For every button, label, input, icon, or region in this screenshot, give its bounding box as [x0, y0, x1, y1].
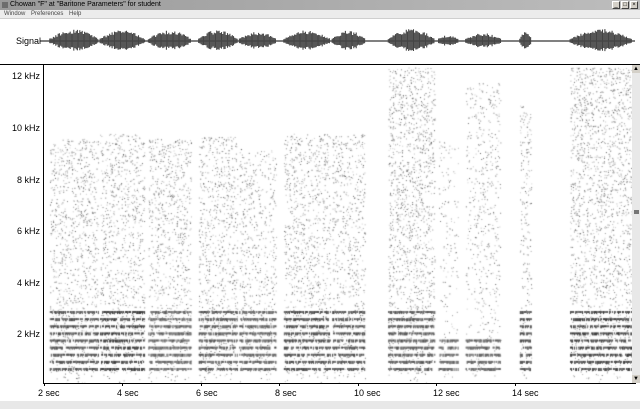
x-label-12sec: 12 sec — [433, 388, 460, 398]
signal-burst-6 — [331, 30, 366, 50]
y-label-8khz: 8 kHz — [16, 175, 40, 185]
x-label-6sec: 6 sec — [196, 388, 218, 398]
signal-burst-5 — [283, 30, 330, 50]
vertical-scrollbar[interactable] — [632, 65, 640, 383]
signal-burst-8 — [438, 35, 459, 46]
signal-burst-2 — [147, 30, 191, 50]
app-icon — [2, 2, 8, 8]
y-label-10khz: 10 kHz — [11, 123, 40, 133]
menu-window[interactable]: Window — [4, 10, 25, 19]
menu-help[interactable]: Help — [69, 10, 81, 19]
window-title: Chowan "F" at "Baritone Parameters" for … — [10, 1, 161, 8]
close-button[interactable]: × — [630, 1, 638, 9]
y-label-6khz: 6 kHz — [16, 226, 40, 236]
menu-preferences[interactable]: Preferences — [31, 10, 63, 19]
scroll-thumb[interactable] — [634, 210, 639, 214]
minimize-button[interactable]: _ — [612, 1, 620, 9]
x-label-2sec: 2 sec — [38, 388, 60, 398]
y-label-4khz: 4 kHz — [16, 278, 40, 288]
x-label-4sec: 4 sec — [117, 388, 139, 398]
signal-burst-7 — [387, 29, 435, 51]
signal-burst-0 — [49, 29, 99, 51]
signal-burst-9 — [465, 33, 502, 48]
window-titlebar[interactable]: Chowan "F" at "Baritone Parameters" for … — [0, 0, 640, 10]
signal-waveform[interactable] — [40, 22, 635, 60]
maximize-button[interactable]: □ — [621, 1, 629, 9]
signal-burst-3 — [198, 30, 238, 50]
signal-label: Signal — [16, 36, 42, 46]
signal-burst-10 — [519, 32, 532, 49]
scroll-up-arrow-icon[interactable]: ▲ — [632, 65, 640, 73]
signal-burst-11 — [569, 29, 632, 52]
horizontal-scrollbar[interactable] — [0, 401, 640, 409]
menu-bar: Window Preferences Help — [0, 10, 640, 19]
x-label-8sec: 8 sec — [275, 388, 297, 398]
scroll-down-arrow-icon[interactable]: ▼ — [632, 375, 640, 383]
x-label-10sec: 10 sec — [354, 388, 381, 398]
y-label-12khz: 12 kHz — [11, 71, 40, 81]
y-label-2khz: 2 kHz — [16, 329, 40, 339]
signal-burst-1 — [99, 30, 146, 50]
window-controls: _ □ × — [612, 1, 638, 9]
x-label-14sec: 14 sec — [512, 388, 539, 398]
spectrogram-axes — [43, 65, 636, 384]
signal-burst-4 — [238, 32, 276, 49]
